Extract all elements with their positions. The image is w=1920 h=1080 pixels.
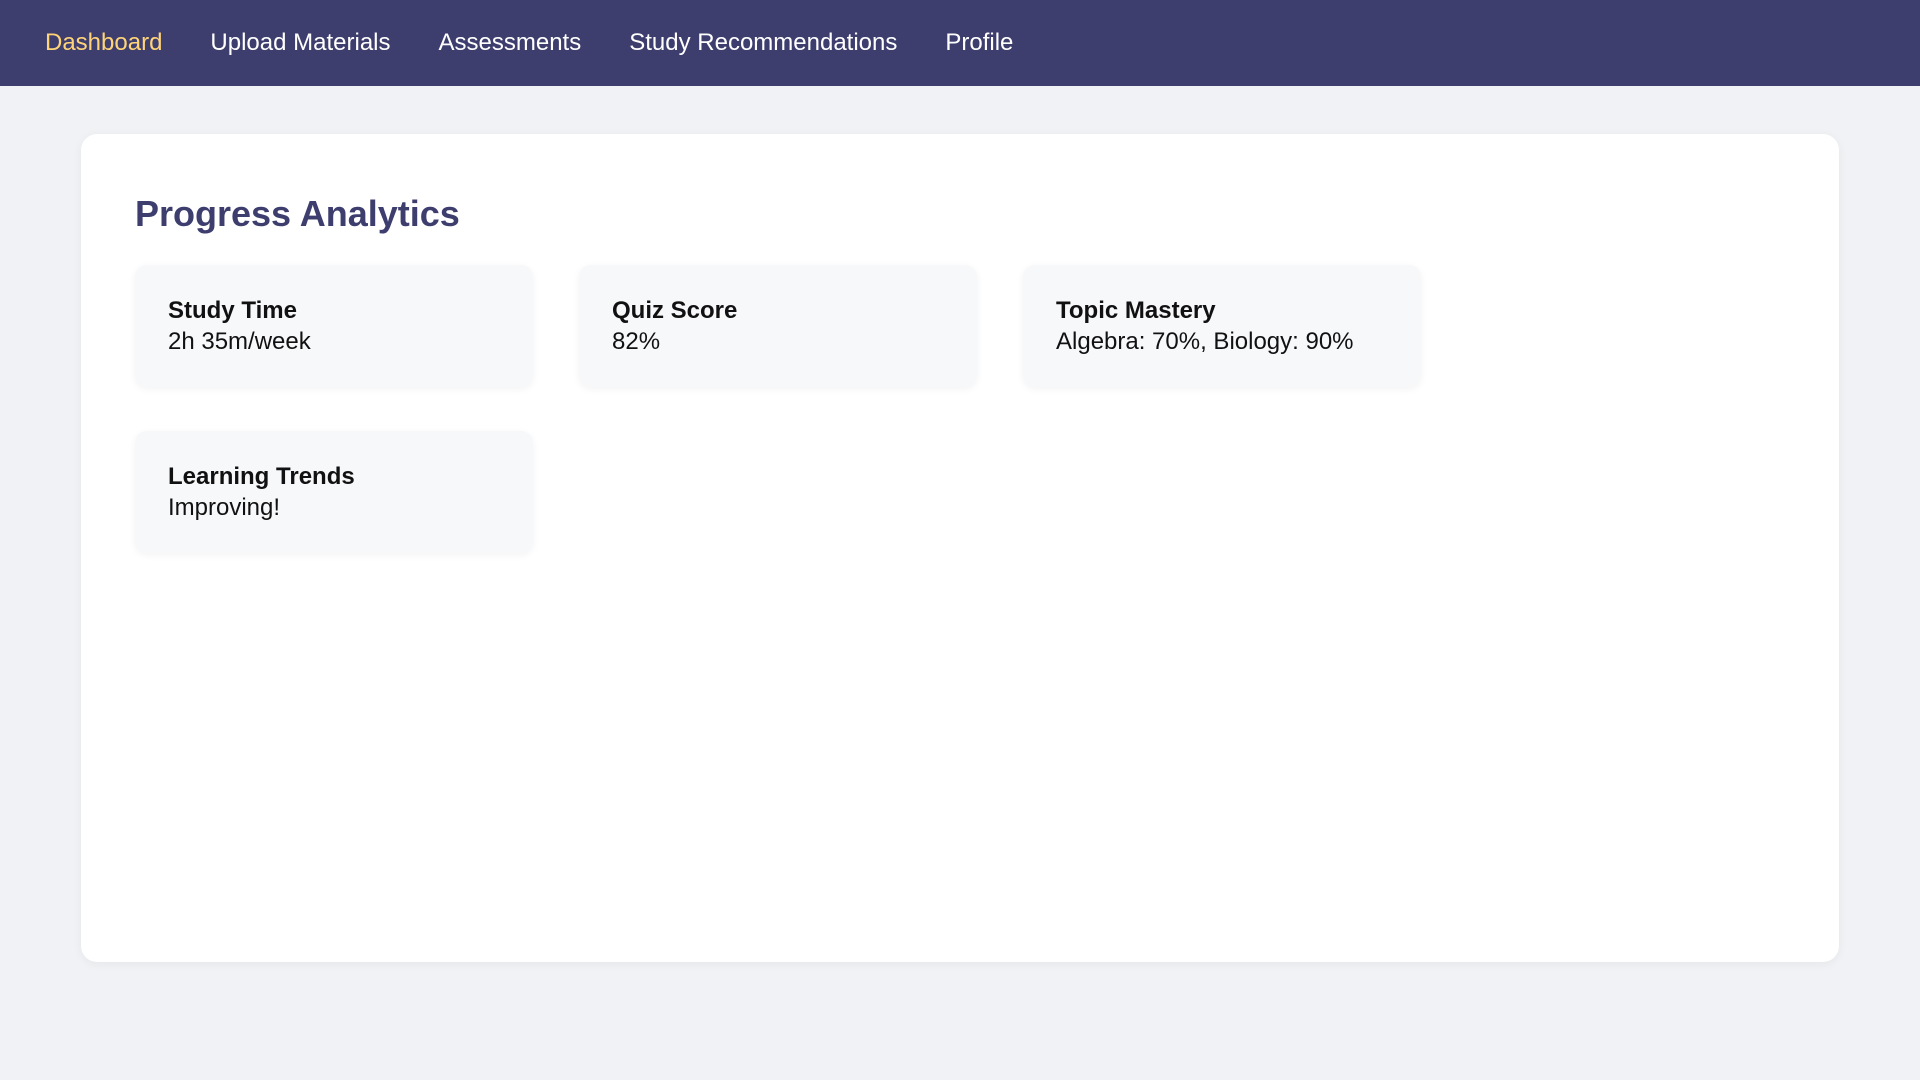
quiz-score-label: Quiz Score <box>612 297 738 324</box>
learning-trends-label: Learning Trends <box>168 463 355 490</box>
quiz-score-card: Quiz Score 82% <box>579 265 977 387</box>
learning-trends-value: Improving! <box>168 494 281 522</box>
study-time-value: 2h 35m/week <box>168 328 311 356</box>
study-time-label: Study Time <box>168 297 297 324</box>
learning-trends-card: Learning Trends Improving! <box>135 431 533 553</box>
nav-item-upload-materials[interactable]: Upload Materials <box>210 31 390 55</box>
nav-item-profile[interactable]: Profile <box>945 31 1013 55</box>
nav-item-assessments[interactable]: Assessments <box>439 31 582 55</box>
nav-item-dashboard[interactable]: Dashboard <box>45 31 162 55</box>
nav-item-study-recommendations[interactable]: Study Recommendations <box>629 31 897 55</box>
topic-mastery-label: Topic Mastery <box>1056 297 1216 324</box>
study-time-card: Study Time 2h 35m/week <box>135 265 533 387</box>
topic-mastery-card: Topic Mastery Algebra: 70%, Biology: 90% <box>1023 265 1421 387</box>
quiz-score-value: 82% <box>612 328 661 356</box>
page-title: Progress Analytics <box>135 193 460 234</box>
topic-mastery-value: Algebra: 70%, Biology: 90% <box>1056 328 1354 356</box>
progress-analytics-panel: Progress Analytics Study Time 2h 35m/wee… <box>81 134 1839 962</box>
top-navigation: Dashboard Upload Materials Assessments S… <box>0 0 1920 86</box>
